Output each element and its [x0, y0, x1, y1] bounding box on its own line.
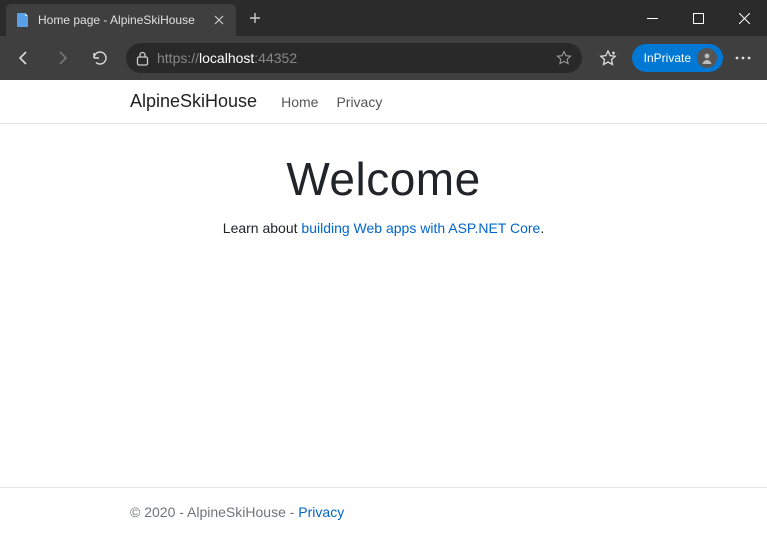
- site-footer: © 2020 - AlpineSkiHouse - Privacy: [0, 487, 767, 536]
- page-content: AlpineSkiHouse Home Privacy Welcome Lear…: [0, 80, 767, 536]
- aspnet-docs-link[interactable]: building Web apps with ASP.NET Core: [301, 220, 540, 236]
- new-tab-button[interactable]: [240, 3, 270, 33]
- brand-link[interactable]: AlpineSkiHouse: [130, 91, 257, 112]
- menu-button[interactable]: [725, 40, 761, 76]
- nav-link-home[interactable]: Home: [281, 94, 318, 110]
- minimize-button[interactable]: [629, 0, 675, 36]
- refresh-button[interactable]: [82, 40, 118, 76]
- maximize-button[interactable]: [675, 0, 721, 36]
- window-controls: [629, 0, 767, 36]
- footer-privacy-link[interactable]: Privacy: [298, 504, 344, 520]
- lead-text: Learn about building Web apps with ASP.N…: [20, 220, 747, 236]
- back-button[interactable]: [6, 40, 42, 76]
- inprivate-label: InPrivate: [644, 51, 691, 65]
- footer-text: © 2020 - AlpineSkiHouse -: [130, 504, 298, 520]
- url-text: https://localhost:44352: [157, 50, 548, 66]
- favorite-icon[interactable]: [556, 50, 572, 66]
- titlebar: Home page - AlpineSkiHouse: [0, 0, 767, 36]
- forward-button[interactable]: [44, 40, 80, 76]
- spacer: [0, 246, 767, 487]
- profile-avatar-icon: [697, 48, 717, 68]
- address-bar[interactable]: https://localhost:44352: [126, 43, 582, 73]
- browser-chrome: Home page - AlpineSkiHouse: [0, 0, 767, 80]
- tab-close-button[interactable]: [212, 13, 226, 27]
- browser-tab[interactable]: Home page - AlpineSkiHouse: [6, 4, 236, 36]
- nav-link-privacy[interactable]: Privacy: [336, 94, 382, 110]
- page-heading: Welcome: [20, 152, 747, 206]
- favorites-button[interactable]: [590, 40, 626, 76]
- hero: Welcome Learn about building Web apps wi…: [0, 124, 767, 246]
- site-navbar: AlpineSkiHouse Home Privacy: [0, 80, 767, 124]
- lock-icon: [136, 51, 149, 66]
- close-window-button[interactable]: [721, 0, 767, 36]
- inprivate-badge[interactable]: InPrivate: [632, 44, 723, 72]
- page-icon: [16, 13, 30, 27]
- tab-title: Home page - AlpineSkiHouse: [38, 13, 204, 27]
- browser-toolbar: https://localhost:44352 InPrivate: [0, 36, 767, 80]
